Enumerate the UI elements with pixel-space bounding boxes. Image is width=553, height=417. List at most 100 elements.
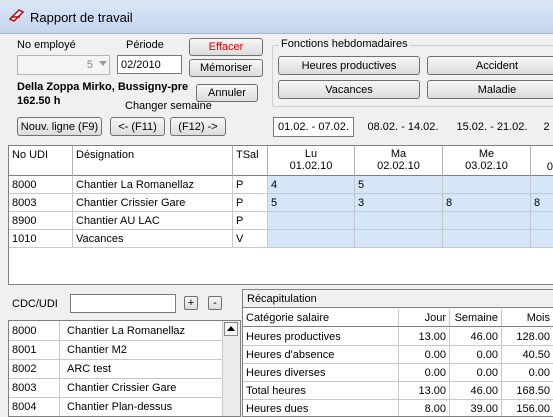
productive-hours-button[interactable]: Heures productives [278,56,420,75]
recap-header-semaine: Semaine [450,309,502,326]
hours-grid: No UDI Désignation TSal Lu 01.02.10 Ma 0… [8,145,553,285]
recap-semaine: 46.00 [450,328,502,345]
period-field[interactable]: 02/2010 [117,55,182,74]
employee-name: Della Zoppa Mirko, Bussigny-pre [17,81,189,93]
cell-hours[interactable] [443,230,531,248]
col-header-day-3: Me 03.02.10 [443,146,531,176]
list-item[interactable]: 8001 Chantier M2 [9,341,224,360]
day-4-date: 0 [546,161,553,173]
list-item-name: Chantier Crissier Gare [67,382,177,394]
col-header-no-udi: No UDI [9,146,73,176]
cell-hours[interactable] [443,212,531,230]
cell-hours[interactable] [531,212,553,230]
week-tab-1[interactable]: 01.02. - 07.02. [273,117,354,137]
period-value: 02/2010 [121,58,161,71]
recap-semaine: 0.00 [450,364,502,381]
recap-mois: 128.00 [502,328,553,345]
recap-category: Heures productives [243,328,399,345]
recap-jour: 0.00 [399,364,450,381]
remove-cdc-button[interactable]: - [208,296,222,310]
col-header-designation: Désignation [73,146,233,176]
col-header-tsal: TSal [233,146,268,176]
cell-tsal[interactable]: P [233,212,268,230]
cell-hours[interactable] [531,230,553,248]
cell-hours[interactable]: 8 [531,194,553,212]
new-line-button[interactable]: Nouv. ligne (F9) [17,117,102,136]
recap-header-mois: Mois [502,309,553,326]
cell-designation[interactable]: Chantier La Romanellaz [73,176,233,194]
cell-hours[interactable] [268,212,355,230]
list-item[interactable]: 8000 Chantier La Romanellaz [9,322,224,341]
cell-tsal[interactable]: V [233,230,268,248]
day-3-date: 03.02.10 [465,160,508,172]
recap-header-category: Catégorie salaire [243,309,399,326]
day-2-date: 02.02.10 [377,160,420,172]
cell-no[interactable]: 8900 [9,212,73,230]
recap-row: Total heures 13.00 46.00 168.50 [243,382,553,400]
recap-category: Total heures [243,382,399,399]
cell-hours[interactable] [443,176,531,194]
cell-hours[interactable]: 8 [443,194,531,212]
recap-table: Récapitulation Catégorie salaire Jour Se… [242,289,553,417]
recap-row: Heures dues 8.00 39.00 156.00 [243,400,553,416]
list-scrollbar[interactable] [222,321,240,416]
list-item-name: Chantier Plan-dessus [67,401,173,413]
maladie-button[interactable]: Maladie [427,80,553,99]
list-item-no: 8002 [12,363,37,375]
cell-designation[interactable]: Chantier Crissier Gare [73,194,233,212]
list-divider [59,321,60,416]
employee-combo[interactable]: 5 [17,55,110,75]
cdc-label: CDC/UDI [12,298,58,310]
week-tab-4[interactable]: 2 [540,117,553,137]
employee-label: No employé [17,39,76,51]
memoriser-button[interactable]: Mémoriser [189,59,263,77]
list-item-no: 8004 [12,401,37,413]
recap-semaine: 46.00 [450,382,502,399]
window-title: Rapport de travail [30,10,133,25]
recap-title-bar: Récapitulation [243,290,553,308]
cell-no[interactable]: 8000 [9,176,73,194]
cell-hours[interactable] [355,212,443,230]
cell-hours[interactable]: 5 [355,176,443,194]
list-item-no: 8000 [12,325,37,337]
cell-hours[interactable] [268,230,355,248]
cell-designation[interactable]: Vacances [73,230,233,248]
list-item[interactable]: 8004 Chantier Plan-dessus [9,398,224,416]
recap-category: Heures dues [243,400,399,416]
scroll-up-button[interactable] [224,322,238,336]
effacer-button[interactable]: Effacer [189,38,263,56]
recap-category: Heures diverses [243,364,399,381]
list-item-name: Chantier La Romanellaz [67,325,186,337]
list-item[interactable]: 8003 Chantier Crissier Gare [9,379,224,398]
week-tab-3[interactable]: 15.02. - 21.02. [452,117,532,137]
cell-tsal[interactable]: P [233,176,268,194]
employee-value: 5 [86,59,93,71]
week-tab-2[interactable]: 08.02. - 14.02. [362,117,444,137]
cell-hours[interactable]: 4 [268,176,355,194]
cell-tsal[interactable]: P [233,194,268,212]
arrow-up-icon [227,326,235,331]
chevron-down-icon [99,61,107,66]
next-week-button[interactable]: (F12) -> [170,117,226,136]
add-cdc-button[interactable]: + [184,296,198,310]
vacances-button[interactable]: Vacances [278,80,420,99]
cell-hours[interactable] [531,176,553,194]
employee-hours: 162.50 h [17,95,61,107]
cell-hours[interactable]: 3 [355,194,443,212]
cell-no[interactable]: 8003 [9,194,73,212]
day-3-name: Me [478,148,495,160]
list-item-no: 8003 [12,382,37,394]
prev-week-button[interactable]: <- (F11) [110,117,165,136]
cell-no[interactable]: 1010 [9,230,73,248]
list-item-no: 8001 [12,344,37,356]
cdc-input[interactable] [70,294,176,313]
list-item[interactable]: 8002 ARC test [9,360,224,379]
cell-hours[interactable] [355,230,443,248]
accident-button[interactable]: Accident [427,56,553,75]
recap-jour: 13.00 [399,328,450,345]
cell-hours[interactable]: 5 [268,194,355,212]
cell-designation[interactable]: Chantier AU LAC [73,212,233,230]
period-label: Période [126,39,164,51]
recap-mois: 156.00 [502,400,553,416]
recap-mois: 168.50 [502,382,553,399]
